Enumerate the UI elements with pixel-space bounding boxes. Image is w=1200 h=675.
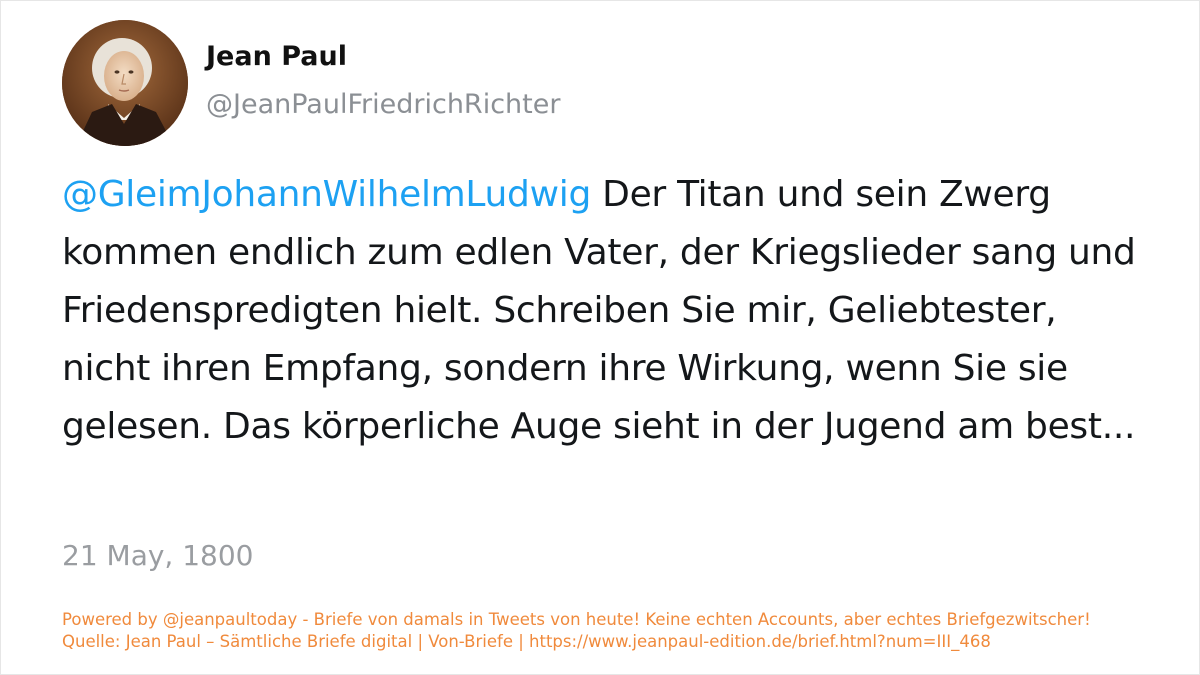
footer-line-powered-by: Powered by @jeanpaultoday - Briefe von d… [62,610,1091,629]
attribution-footer: Powered by @jeanpaultoday - Briefe von d… [62,609,1091,653]
tweet-text: @GleimJohannWilhelmLudwig Der Titan und … [62,166,1152,456]
user-handle[interactable]: @JeanPaulFriedrichRichter [206,89,560,120]
tweet-card: Jean Paul @JeanPaulFriedrichRichter @Gle… [0,0,1200,675]
portrait-avatar-icon [62,20,188,146]
avatar[interactable] [62,20,188,146]
mention-link[interactable]: @GleimJohannWilhelmLudwig [62,174,591,215]
display-name[interactable]: Jean Paul [206,41,347,72]
footer-line-source: Quelle: Jean Paul – Sämtliche Briefe dig… [62,632,991,651]
tweet-date: 21 May, 1800 [62,539,254,572]
